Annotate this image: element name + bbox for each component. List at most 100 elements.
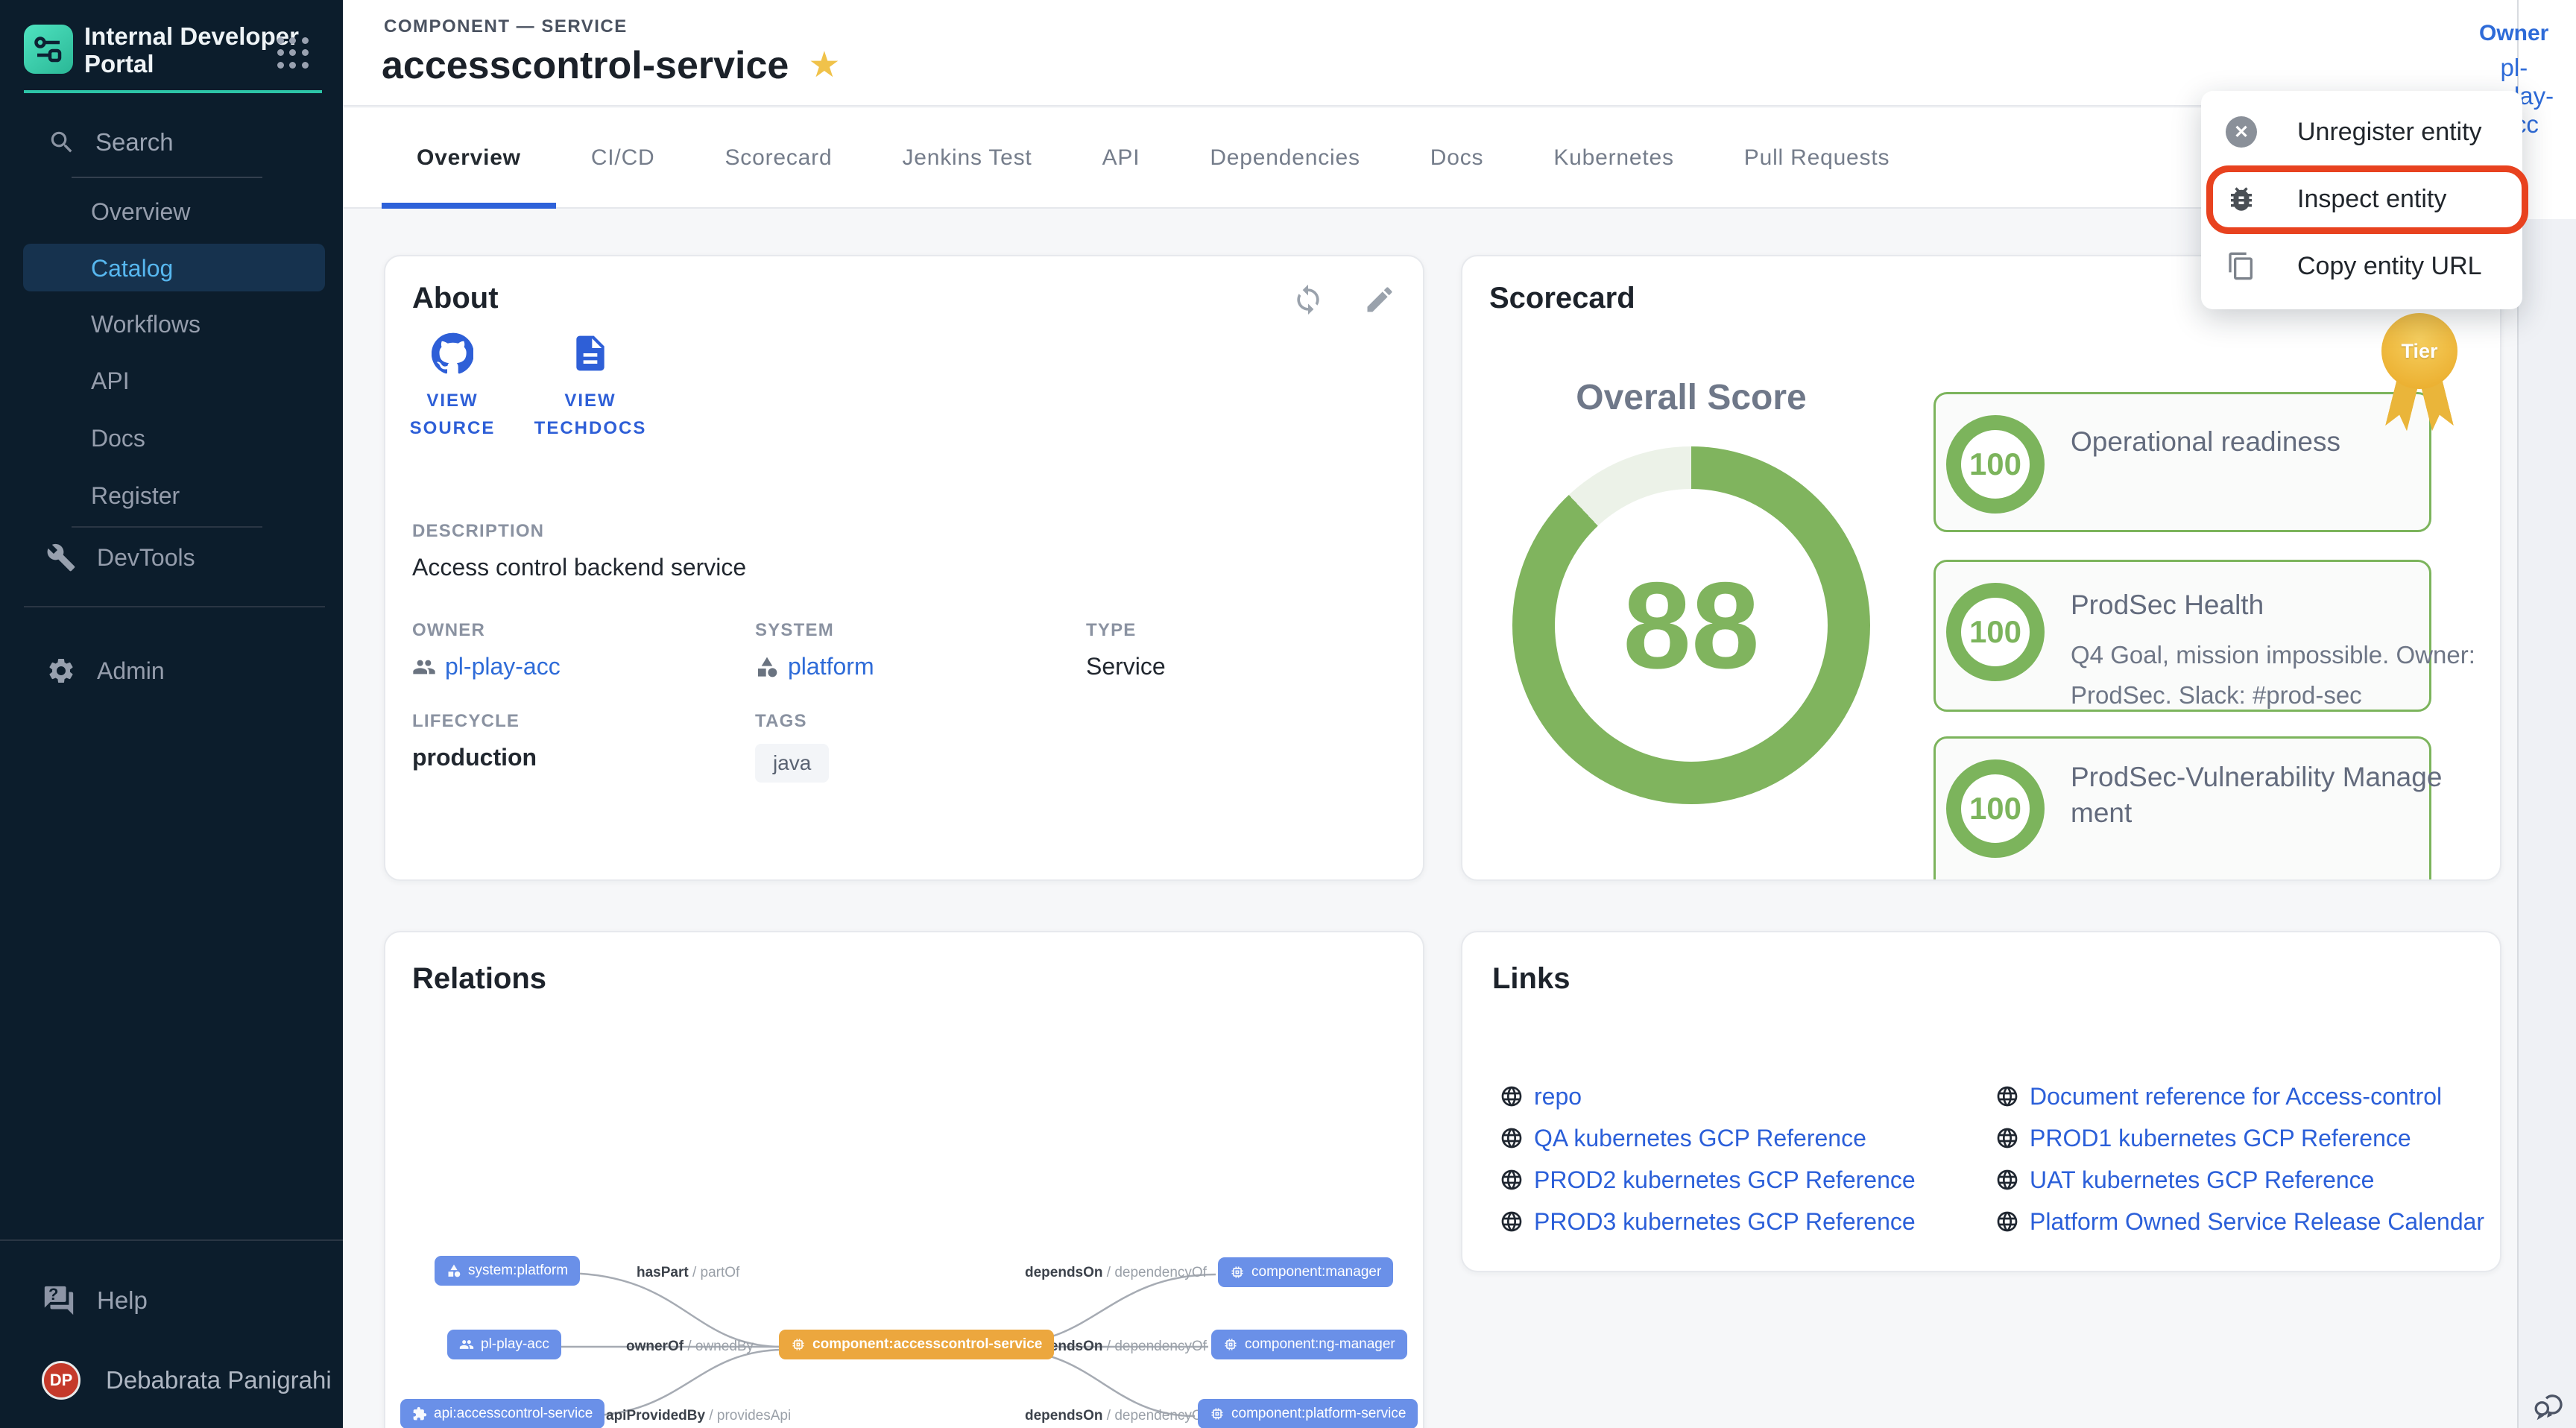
- overall-score-label: Overall Score: [1512, 377, 1870, 418]
- right-rail: [2517, 0, 2576, 1428]
- links-card: Links repo Document reference for Access…: [1461, 931, 2501, 1272]
- links-title: Links: [1492, 962, 1570, 996]
- entity-kind-breadcrumb: COMPONENT — SERVICE: [384, 16, 628, 37]
- globe-icon: [1995, 1084, 2019, 1108]
- tab-scorecard[interactable]: Scorecard: [690, 108, 868, 207]
- link-uat-kubernetes[interactable]: UAT kubernetes GCP Reference: [1995, 1159, 2484, 1201]
- globe-icon: [1500, 1210, 1524, 1233]
- people-icon: [459, 1337, 474, 1352]
- tab-overview[interactable]: Overview: [382, 108, 556, 207]
- tab-api[interactable]: API: [1067, 108, 1175, 207]
- sidebar-divider: [72, 526, 262, 528]
- type-field: TYPE Service: [1086, 620, 1166, 680]
- edit-pencil-icon[interactable]: [1363, 283, 1396, 316]
- node-component-platform-service[interactable]: component:platform-service: [1198, 1399, 1418, 1428]
- about-title: About: [412, 282, 499, 315]
- sidebar-item-help[interactable]: ? Help: [42, 1283, 148, 1318]
- relations-graph: system:platform pl-play-acc api:accessco…: [385, 932, 1423, 1428]
- page-title: accesscontrol-service: [382, 43, 789, 88]
- entity-header: COMPONENT — SERVICE accesscontrol-servic…: [343, 0, 2517, 107]
- feedback-chat-icon[interactable]: [2528, 1385, 2569, 1425]
- overall-score-value: 88: [1623, 555, 1760, 696]
- tab-jenkins-test[interactable]: Jenkins Test: [867, 108, 1067, 207]
- copy-icon: [2226, 251, 2256, 281]
- bug-icon: [2226, 183, 2257, 215]
- circle-x-icon: ✕: [2226, 116, 2257, 148]
- links-list: repo Document reference for Access-contr…: [1500, 1075, 2484, 1242]
- app-root: Internal Developer Portal Search Overvie…: [0, 0, 2576, 1428]
- help-label: Help: [97, 1286, 148, 1315]
- lifecycle-value: production: [412, 744, 537, 771]
- node-system-platform[interactable]: system:platform: [435, 1256, 580, 1286]
- system-field: SYSTEM platform: [755, 620, 874, 680]
- globe-icon: [1995, 1210, 2019, 1233]
- link-qa-kubernetes[interactable]: QA kubernetes GCP Reference: [1500, 1117, 1995, 1159]
- techdocs-icon: [569, 332, 611, 374]
- view-techdocs-link[interactable]: VIEWTECHDOCS: [523, 332, 657, 442]
- favorite-star-icon[interactable]: ★: [808, 48, 840, 83]
- check-title: ProdSec Health: [2071, 587, 2447, 623]
- link-prod3-kubernetes[interactable]: PROD3 kubernetes GCP Reference: [1500, 1201, 1995, 1242]
- chip-icon: [1210, 1406, 1225, 1421]
- link-prod1-kubernetes[interactable]: PROD1 kubernetes GCP Reference: [1995, 1117, 2484, 1159]
- gear-icon: [46, 656, 76, 686]
- apps-grid-icon[interactable]: [277, 37, 310, 70]
- search-icon: [48, 128, 76, 157]
- sidebar-item-workflows[interactable]: Workflows: [91, 311, 201, 338]
- user-name: Debabrata Panigrahi: [106, 1366, 332, 1394]
- node-pl-play-acc[interactable]: pl-play-acc: [447, 1330, 561, 1359]
- menu-item-unregister-entity[interactable]: ✕ Unregister entity: [2201, 98, 2522, 165]
- tier-ribbon-badge: Tier: [2381, 313, 2457, 425]
- scorecard-card: Scorecard Overall Score 88 Tier 100 Oper…: [1461, 255, 2501, 881]
- system-entity-link[interactable]: platform: [755, 653, 874, 680]
- system-icon: [755, 655, 779, 679]
- edge-label: ownerOf / ownedBy: [626, 1339, 754, 1355]
- sidebar-item-register[interactable]: Register: [91, 482, 180, 510]
- sidebar-item-overview[interactable]: Overview: [91, 198, 190, 226]
- type-value: Service: [1086, 653, 1166, 680]
- scorecard-check-prodsec-vulnerability[interactable]: 100 ProdSec-Vulnerability Management: [1933, 736, 2431, 881]
- tab-dependencies[interactable]: Dependencies: [1175, 108, 1395, 207]
- app-logo: [24, 25, 73, 74]
- link-document-reference[interactable]: Document reference for Access-control: [1995, 1075, 2484, 1117]
- sidebar-accent-rule: [24, 90, 322, 93]
- edge-label: dependsOn / dependencyOf: [1025, 1265, 1207, 1281]
- about-card: About VIEWSOURCE VIEWTECHDOCS DESCRIPTIO…: [384, 255, 1424, 881]
- node-component-manager[interactable]: component:manager: [1218, 1257, 1393, 1287]
- menu-item-copy-entity-url[interactable]: Copy entity URL: [2201, 233, 2522, 300]
- node-component-ng-manager[interactable]: component:ng-manager: [1211, 1330, 1407, 1359]
- refresh-icon[interactable]: [1292, 283, 1325, 316]
- scorecard-check-operational-readiness[interactable]: 100 Operational readiness: [1933, 392, 2431, 532]
- edge-label: apiProvidedBy / providesApi: [606, 1408, 791, 1424]
- lifecycle-field: LIFECYCLE production: [412, 711, 537, 771]
- link-repo[interactable]: repo: [1500, 1075, 1995, 1117]
- node-api-accesscontrol-service[interactable]: api:accesscontrol-service: [400, 1399, 604, 1428]
- sidebar-item-devtools[interactable]: DevTools: [46, 543, 195, 572]
- edge-label: hasPart / partOf: [637, 1265, 739, 1281]
- globe-icon: [1995, 1126, 2019, 1150]
- tab-kubernetes[interactable]: Kubernetes: [1518, 108, 1708, 207]
- owner-field: OWNER pl-play-acc: [412, 620, 561, 680]
- sidebar-search[interactable]: Search: [48, 128, 174, 157]
- sidebar: Internal Developer Portal Search Overvie…: [0, 0, 343, 1428]
- tab-cicd[interactable]: CI/CD: [556, 108, 690, 207]
- admin-label: Admin: [97, 657, 165, 685]
- edge-label: dependsOn / dependencyOf: [1025, 1408, 1207, 1424]
- link-release-calendar[interactable]: Platform Owned Service Release Calendar: [1995, 1201, 2484, 1242]
- sidebar-item-docs[interactable]: Docs: [91, 425, 145, 452]
- view-source-link[interactable]: VIEWSOURCE: [385, 332, 520, 442]
- check-title: Operational readiness: [2071, 424, 2447, 460]
- node-component-accesscontrol-service[interactable]: component:accesscontrol-service: [779, 1330, 1054, 1359]
- sidebar-item-admin[interactable]: Admin: [46, 656, 165, 686]
- tags-field: TAGS java: [755, 711, 829, 783]
- scorecard-check-prodsec-health[interactable]: 100 ProdSec Health Q4 Goal, mission impo…: [1933, 560, 2431, 712]
- user-menu[interactable]: DP Debabrata Panigrahi: [42, 1361, 332, 1400]
- tab-pull-requests[interactable]: Pull Requests: [1709, 108, 1925, 207]
- menu-item-inspect-entity[interactable]: Inspect entity: [2201, 165, 2522, 233]
- sidebar-item-api[interactable]: API: [91, 367, 130, 395]
- sidebar-item-catalog[interactable]: Catalog: [91, 255, 173, 282]
- link-prod2-kubernetes[interactable]: PROD2 kubernetes GCP Reference: [1500, 1159, 1995, 1201]
- scorecard-title: Scorecard: [1489, 282, 1635, 315]
- owner-entity-link[interactable]: pl-play-acc: [412, 653, 561, 680]
- tab-docs[interactable]: Docs: [1395, 108, 1519, 207]
